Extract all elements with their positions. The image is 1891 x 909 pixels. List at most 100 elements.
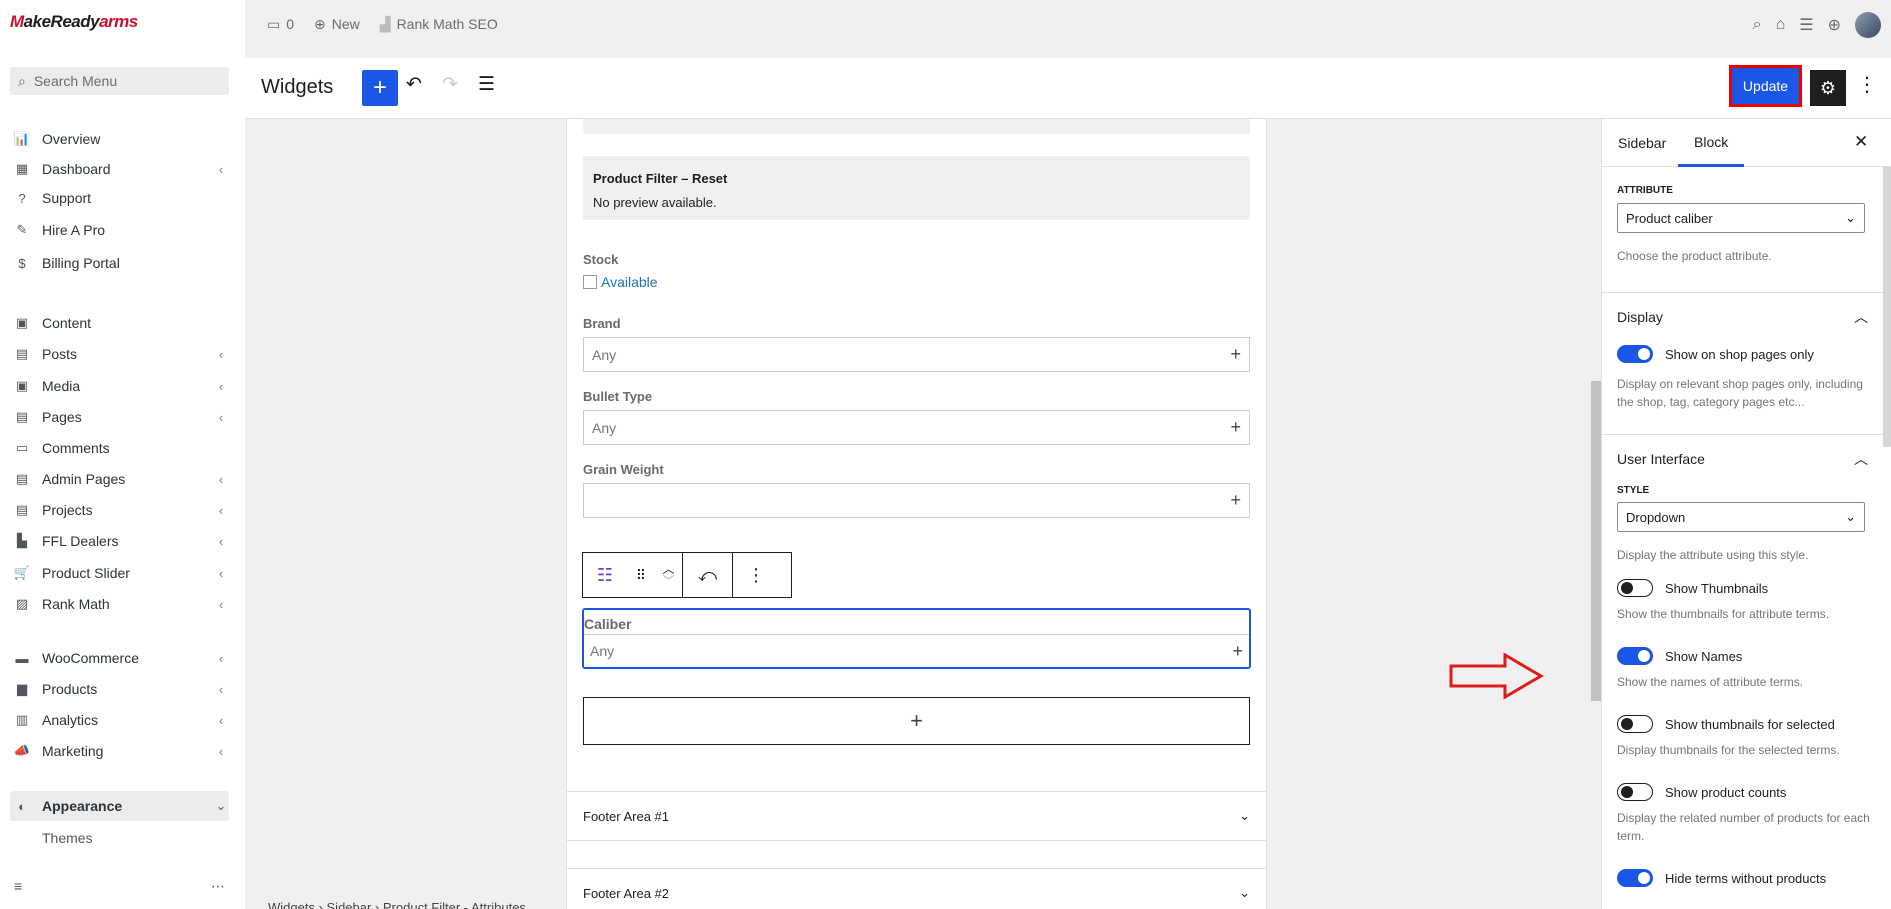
sidebar-item-analytics[interactable]: ▥ Analytics ‹: [10, 705, 229, 735]
brand-field[interactable]: Any +: [583, 337, 1250, 372]
show-thumbnails-toggle[interactable]: Show Thumbnails: [1617, 579, 1768, 597]
redo-button[interactable]: ↷: [442, 73, 458, 96]
sliders-icon[interactable]: ☰: [1799, 15, 1813, 35]
toggle-switch[interactable]: [1617, 783, 1653, 801]
block-appender-button[interactable]: +: [583, 697, 1250, 745]
sidebar-item-pages[interactable]: ▤ Pages ‹: [10, 402, 229, 432]
analytics-icon: ▥: [15, 712, 29, 727]
rank-math-icon: ▟: [379, 15, 391, 32]
sidebar-item-overview[interactable]: 📊 Overview: [10, 124, 229, 154]
toggle-switch[interactable]: [1617, 345, 1653, 363]
search-icon[interactable]: ⌕: [1753, 16, 1762, 34]
rank-math-seo-link[interactable]: ▟ Rank Math SEO: [380, 16, 498, 33]
sidebar-item-posts[interactable]: ▤ Posts ‹: [10, 339, 229, 369]
attribute-section: ATTRIBUTE Product caliber ⌄ Choose the pr…: [1602, 167, 1891, 293]
caliber-block-selected[interactable]: Caliber Any +: [582, 608, 1251, 669]
media-icon: ▣: [15, 378, 29, 393]
chevron-down-icon[interactable]: ﹀: [662, 575, 674, 587]
preview-block-partial[interactable]: [583, 119, 1250, 134]
ui-section-title[interactable]: User Interface: [1617, 451, 1705, 467]
plus-icon[interactable]: +: [1230, 490, 1241, 511]
options-button[interactable]: ⋮: [1857, 72, 1877, 97]
sidebar-item-support[interactable]: ? Support: [10, 183, 229, 213]
canvas-scrollbar-thumb[interactable]: [1591, 381, 1601, 701]
more-icon[interactable]: ⋯: [211, 878, 225, 895]
block-options-button[interactable]: ⋮: [733, 553, 779, 597]
product-filter-reset-block[interactable]: Product Filter – Reset No preview availa…: [583, 156, 1250, 220]
move-buttons[interactable]: ︿ ﹀: [655, 553, 683, 597]
plus-icon[interactable]: +: [1232, 641, 1243, 662]
stock-checkbox[interactable]: [583, 275, 597, 289]
sidebar-item-products[interactable]: ▆ Products ‹: [10, 674, 229, 704]
dashboard-icon: ▦: [15, 161, 29, 176]
hire-icon: ✎: [16, 222, 28, 237]
toggle-switch[interactable]: [1617, 579, 1653, 597]
sidebar-item-media[interactable]: ▣ Media ‹: [10, 371, 229, 401]
sidebar-item-appearance[interactable]: ◐ Appearance ⌄: [10, 791, 229, 821]
sidebar-subitem-themes[interactable]: Themes: [10, 823, 229, 853]
transform-button[interactable]: ⤺: [683, 553, 733, 597]
sidebar-item-content[interactable]: ▣ Content: [10, 308, 229, 338]
red-arrow-annotation: [1449, 652, 1544, 700]
stock-available-option[interactable]: Available: [583, 274, 658, 290]
block-type-button[interactable]: ☷: [583, 553, 627, 597]
show-thumbnails-for-selected-toggle[interactable]: Show thumbnails for selected: [1617, 715, 1835, 733]
sidebar-item-rank-math[interactable]: ▨ Rank Math ‹: [10, 589, 229, 619]
attribute-select[interactable]: Product caliber ⌄: [1617, 203, 1865, 233]
sidebar-item-product-slider[interactable]: 🛒 Product Slider ‹: [10, 558, 229, 588]
sidebar-item-woocommerce[interactable]: ▬ WooCommerce ‹: [10, 643, 229, 673]
toggle-switch[interactable]: [1617, 869, 1653, 887]
bullet-type-field[interactable]: Any +: [583, 410, 1250, 445]
hide-terms-without-products-toggle[interactable]: Hide terms without products: [1617, 869, 1826, 887]
chevron-up-icon[interactable]: ︿: [1854, 449, 1868, 469]
undo-button[interactable]: ↶: [406, 73, 422, 96]
search-menu-input[interactable]: ⌕ Search Menu: [10, 67, 229, 95]
toggle-switch[interactable]: [1617, 715, 1653, 733]
brand-label: Brand: [583, 316, 621, 331]
avatar[interactable]: [1855, 12, 1881, 38]
sidebar-widget-area: Product Filter – Reset No preview availa…: [566, 119, 1267, 884]
collapse-menu-icon[interactable]: ≡: [14, 878, 22, 895]
drag-handle[interactable]: ⠿: [627, 553, 655, 597]
add-block-button[interactable]: +: [362, 70, 398, 106]
new-link[interactable]: ⊕ New: [314, 16, 360, 33]
style-select[interactable]: Dropdown ⌄: [1617, 502, 1865, 532]
list-view-button[interactable]: ☰: [478, 73, 495, 96]
sidebar-item-admin-pages[interactable]: ▤ Admin Pages ‹: [10, 464, 229, 494]
caliber-field[interactable]: Any +: [584, 634, 1249, 667]
comments-link[interactable]: ▭ 0: [267, 16, 294, 33]
close-inspector-button[interactable]: ✕: [1854, 132, 1868, 152]
sidebar-item-billing-portal[interactable]: $ Billing Portal: [10, 248, 229, 278]
admin-top-bar: ▭ 0 ⊕ New ▟ Rank Math SEO ⌕ ⌂ ☰ ⊕: [245, 0, 1891, 48]
sidebar-item-comments[interactable]: ▭ Comments: [10, 433, 229, 463]
gear-icon: ⚙: [1819, 77, 1837, 98]
footer-area-2-panel[interactable]: Footer Area #2 ⌄: [566, 868, 1267, 909]
plus-icon[interactable]: +: [1230, 417, 1241, 438]
footer-area-1-panel[interactable]: Footer Area #1 ⌄: [566, 791, 1267, 841]
tab-block[interactable]: Block: [1678, 119, 1745, 167]
tab-sidebar[interactable]: Sidebar: [1602, 119, 1682, 167]
plus-icon[interactable]: +: [1230, 344, 1241, 365]
settings-button[interactable]: ⚙: [1810, 70, 1846, 106]
vertical-ellipsis-icon: ⋮: [747, 564, 765, 585]
sidebar-item-hire-a-pro[interactable]: ✎ Hire A Pro: [10, 215, 229, 245]
show-names-toggle[interactable]: Show Names: [1617, 647, 1742, 665]
update-button[interactable]: Update: [1729, 65, 1802, 107]
plus-circle-icon[interactable]: ⊕: [1828, 15, 1841, 35]
breadcrumb[interactable]: Widgets › Sidebar › Product Filter - Att…: [268, 900, 526, 909]
search-icon: ⌕: [18, 72, 26, 89]
home-icon[interactable]: ⌂: [1776, 16, 1786, 34]
show-on-shop-pages-toggle[interactable]: Show on shop pages only: [1617, 345, 1814, 363]
sidebar-item-marketing[interactable]: 📣 Marketing ‹: [10, 736, 229, 766]
show-product-counts-toggle[interactable]: Show product counts: [1617, 783, 1786, 801]
sidebar-item-ffl-dealers[interactable]: ▙ FFL Dealers ‹: [10, 526, 229, 556]
toggle-switch[interactable]: [1617, 647, 1653, 665]
display-section-title[interactable]: Display: [1617, 309, 1663, 325]
sidebar-item-projects[interactable]: ▤ Projects ‹: [10, 495, 229, 525]
sidebar-item-dashboard[interactable]: ▦ Dashboard ‹: [10, 154, 229, 184]
chevron-down-icon: ⌄: [1239, 885, 1250, 900]
inspector-scrollbar[interactable]: [1883, 167, 1891, 447]
site-logo[interactable]: MakeReadyarms: [10, 12, 138, 32]
grain-weight-field[interactable]: +: [583, 483, 1250, 518]
chevron-up-icon[interactable]: ︿: [1854, 307, 1868, 327]
